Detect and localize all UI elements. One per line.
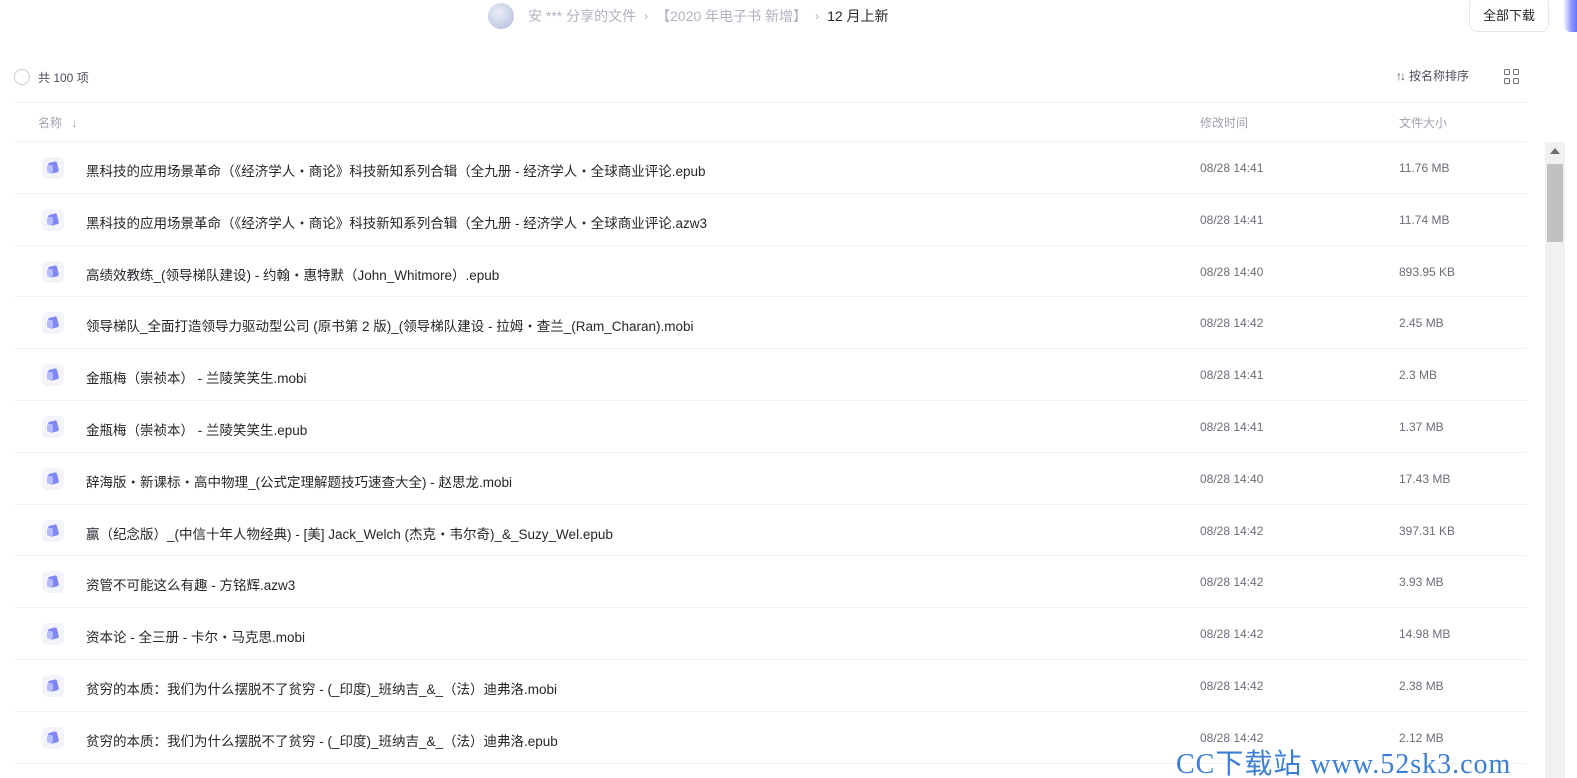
file-name[interactable]: 辞海版・新课标・高中物理_(公式定理解题技巧速查大全) - 赵思龙.mobi [86, 471, 512, 491]
file-row[interactable]: 黑科技的应用场景革命（《经济学人・商论》科技新知系列合辑（全九册 - 经济学人・… [14, 142, 1526, 194]
file-row[interactable]: 金瓶梅（崇祯本） - 兰陵笑笑生.epub 08/28 14:41 1.37 M… [14, 401, 1526, 453]
file-size: 2.38 MB [1399, 678, 1444, 693]
grid-view-icon[interactable] [1504, 69, 1519, 84]
column-header-name[interactable]: 名称 ↓ [38, 114, 77, 131]
sort-label: 按名称排序 [1409, 69, 1470, 83]
sort-by-name-button[interactable]: ↑↓ 按名称排序 [1396, 67, 1469, 84]
column-header-name-label: 名称 [38, 116, 63, 130]
ebook-file-icon [42, 208, 64, 231]
file-modified-time: 08/28 14:42 [1200, 316, 1264, 331]
sort-arrow-down-icon: ↓ [71, 116, 78, 130]
breadcrumb-parent-folder[interactable]: 【2020 年电子书 新增】 [656, 6, 807, 26]
file-name[interactable]: 贫穷的本质：我们为什么摆脱不了贫穷 - (_印度)_班纳吉_&_（法）迪弗洛.e… [86, 730, 558, 750]
file-name[interactable]: 赢（纪念版）_(中信十年人物经典) - [美] Jack_Welch (杰克・韦… [86, 523, 613, 543]
file-row[interactable]: 领导梯队_全面打造领导力驱动型公司 (原书第 2 版)_(领导梯队建设 - 拉姆… [14, 297, 1526, 350]
side-panel-edge[interactable] [1563, 0, 1577, 32]
ebook-file-icon [42, 157, 64, 179]
download-all-button[interactable]: 全部下载 [1469, 0, 1549, 32]
file-name[interactable]: 金瓶梅（崇祯本） - 兰陵笑笑生.epub [86, 419, 307, 439]
breadcrumb-current-folder: 12 月上新 [827, 8, 889, 24]
file-modified-time: 08/28 14:42 [1200, 627, 1264, 642]
chevron-right-icon: › [815, 9, 820, 23]
file-size: 11.76 MB [1399, 161, 1450, 175]
file-name[interactable]: 高绩效教练_(领导梯队建设) - 约翰・惠特默（John_Whitmore）.e… [86, 264, 499, 284]
column-header-size[interactable]: 文件大小 [1399, 114, 1447, 131]
file-row[interactable]: 辞海版・新课标・高中物理_(公式定理解题技巧速查大全) - 赵思龙.mobi 0… [14, 453, 1526, 505]
ebook-file-icon [42, 726, 64, 749]
file-name[interactable]: 资管不可能这么有趣 - 方铭辉.azw3 [86, 574, 295, 594]
ebook-file-icon [42, 623, 64, 646]
file-size: 17.43 MB [1399, 471, 1451, 486]
file-size: 3.93 MB [1399, 575, 1444, 590]
file-name[interactable]: 黑科技的应用场景革命（《经济学人・商论》科技新知系列合辑（全九册 - 经济学人・… [86, 212, 707, 232]
file-size: 2.3 MB [1399, 368, 1438, 383]
file-name[interactable]: 贫穷的本质：我们为什么摆脱不了贫穷 - (_印度)_班纳吉_&_（法）迪弗洛.m… [86, 678, 557, 698]
avatar[interactable] [488, 3, 514, 29]
file-size: 893.95 KB [1399, 264, 1456, 279]
file-modified-time: 08/28 14:40 [1200, 471, 1264, 486]
ebook-file-icon [42, 519, 64, 542]
site-watermark: CC下载站 www.52sk3.com [1176, 749, 1512, 778]
file-row[interactable]: 黑科技的应用场景革命（《经济学人・商论》科技新知系列合辑（全九册 - 经济学人・… [14, 194, 1526, 246]
file-modified-time: 08/28 14:41 [1200, 212, 1264, 227]
file-name[interactable]: 黑科技的应用场景革命（《经济学人・商论》科技新知系列合辑（全九册 - 经济学人・… [86, 160, 706, 180]
file-row[interactable]: 金瓶梅（崇祯本） - 兰陵笑笑生.mobi 08/28 14:41 2.3 MB [14, 349, 1526, 401]
list-toolbar: 共 100 项 ↑↓ 按名称排序 [14, 64, 1526, 90]
ebook-file-icon [42, 415, 64, 438]
item-count: 共 100 项 [38, 71, 89, 85]
file-name[interactable]: 资本论 - 全三册 - 卡尔・马克思.mobi [86, 626, 305, 646]
ebook-file-icon [42, 467, 64, 490]
file-row[interactable]: 高绩效教练_(领导梯队建设) - 约翰・惠特默（John_Whitmore）.e… [14, 246, 1526, 298]
file-row[interactable]: 资管不可能这么有趣 - 方铭辉.azw3 08/28 14:42 3.93 MB [14, 556, 1526, 609]
file-size: 14.98 MB [1399, 627, 1451, 642]
file-modified-time: 08/28 14:41 [1200, 419, 1264, 434]
divider [14, 102, 1526, 103]
file-modified-time: 08/28 14:42 [1200, 523, 1264, 538]
top-bar: 安 *** 分享的文件 › 【2020 年电子书 新增】 › 12 月上新 全部… [0, 0, 1577, 32]
file-modified-time: 08/28 14:42 [1200, 575, 1264, 590]
file-name[interactable]: 金瓶梅（崇祯本） - 兰陵笑笑生.mobi [86, 367, 307, 387]
file-size: 397.31 KB [1399, 523, 1456, 538]
column-header-modified[interactable]: 修改时间 [1200, 114, 1248, 131]
chevron-right-icon: › [644, 9, 649, 23]
file-size: 1.37 MB [1399, 419, 1444, 434]
select-all-checkbox[interactable] [14, 69, 30, 85]
file-size: 2.45 MB [1399, 316, 1444, 331]
breadcrumb: 安 *** 分享的文件 › 【2020 年电子书 新增】 › 12 月上新 [488, 2, 889, 30]
file-name[interactable]: 领导梯队_全面打造领导力驱动型公司 (原书第 2 版)_(领导梯队建设 - 拉姆… [86, 315, 694, 335]
sort-icon: ↑↓ [1396, 68, 1406, 83]
file-modified-time: 08/28 14:41 [1200, 368, 1264, 383]
breadcrumb-owner[interactable]: 安 *** 分享的文件 [528, 6, 636, 26]
ebook-file-icon [42, 364, 64, 387]
ebook-file-icon [42, 674, 64, 697]
file-list: 黑科技的应用场景革命（《经济学人・商论》科技新知系列合辑（全九册 - 经济学人・… [14, 142, 1526, 764]
file-size: 11.74 MB [1399, 212, 1450, 227]
file-modified-time: 08/28 14:41 [1200, 161, 1264, 175]
file-row[interactable]: 贫穷的本质：我们为什么摆脱不了贫穷 - (_印度)_班纳吉_&_（法）迪弗洛.m… [14, 660, 1526, 712]
file-modified-time: 08/28 14:40 [1200, 264, 1264, 279]
ebook-file-icon [42, 312, 64, 335]
vertical-scrollbar[interactable] [1545, 142, 1565, 778]
ebook-file-icon [42, 260, 64, 283]
ebook-file-icon [42, 571, 64, 594]
scrollbar-thumb[interactable] [1547, 164, 1563, 242]
file-row[interactable]: 资本论 - 全三册 - 卡尔・马克思.mobi 08/28 14:42 14.9… [14, 608, 1526, 660]
file-modified-time: 08/28 14:42 [1200, 678, 1264, 693]
scroll-up-arrow-icon[interactable] [1550, 148, 1560, 154]
file-row[interactable]: 赢（纪念版）_(中信十年人物经典) - [美] Jack_Welch (杰克・韦… [14, 505, 1526, 557]
